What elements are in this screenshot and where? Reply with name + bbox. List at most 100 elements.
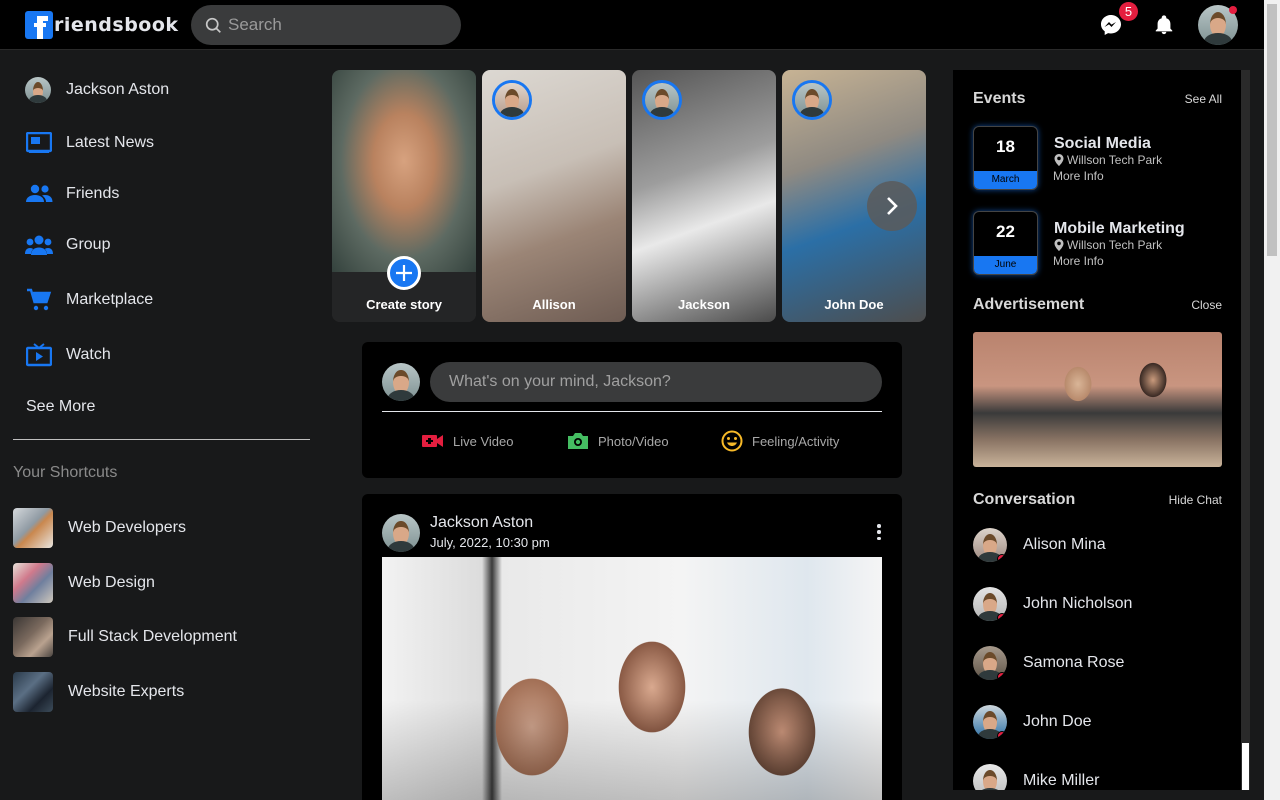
online-dot	[1229, 6, 1237, 14]
shortcut-website-experts[interactable]: Website Experts	[13, 672, 184, 712]
event-item[interactable]: 22 June Mobile Marketing Willson Tech Pa…	[973, 211, 1223, 279]
page-scrollbar[interactable]	[1264, 0, 1280, 800]
post-image[interactable]	[382, 557, 882, 800]
avatar	[973, 528, 1007, 562]
advertisement-image[interactable]	[973, 332, 1222, 467]
event-location: Willson Tech Park	[1054, 238, 1162, 252]
calendar-date: 18 March	[973, 126, 1038, 190]
scrollbar-thumb[interactable]	[1242, 743, 1249, 790]
story-allison[interactable]: Allison	[482, 70, 626, 322]
contact-name: Alison Mina	[1023, 536, 1106, 553]
sidebar-item-label: Latest News	[66, 134, 155, 151]
live-video-label: Live Video	[453, 433, 514, 449]
add-story-icon[interactable]	[387, 256, 421, 290]
feeling-activity-button[interactable]: Feeling/Activity	[721, 428, 839, 454]
contact-name: John Nicholson	[1023, 595, 1133, 612]
see-more-label: See More	[26, 398, 96, 415]
notifications-button[interactable]	[1150, 11, 1178, 39]
camera-icon	[567, 432, 589, 450]
sidebar-item-label: Group	[66, 236, 111, 253]
photo-video-button[interactable]: Photo/Video	[567, 428, 669, 454]
stories-next-button[interactable]	[867, 181, 917, 231]
events-title: Events	[973, 90, 1026, 107]
status-dot	[997, 731, 1007, 739]
contact-item[interactable]: John Doe	[973, 702, 1092, 742]
brand-logo[interactable]: riendsbook	[25, 10, 179, 40]
right-sidebar: Events See All 18 March Social Media Wil…	[953, 70, 1250, 790]
shortcut-thumbnail	[13, 508, 53, 548]
shortcut-full-stack-development[interactable]: Full Stack Development	[13, 617, 237, 657]
sidebar-item-group[interactable]: Group	[25, 225, 110, 265]
shortcut-web-developers[interactable]: Web Developers	[13, 508, 186, 548]
avatar[interactable]	[382, 514, 420, 552]
post-date: July, 2022, 10:30 pm	[430, 535, 550, 550]
story-label: John Doe	[824, 297, 884, 312]
post-author[interactable]: Jackson Aston	[430, 514, 533, 532]
event-month: June	[974, 256, 1037, 274]
feed-post: Jackson Aston July, 2022, 10:30 pm	[362, 494, 902, 800]
advertisement-title: Advertisement	[973, 296, 1085, 313]
map-pin-icon	[1054, 154, 1064, 166]
avatar	[973, 764, 1007, 790]
logo-f-icon	[25, 11, 53, 39]
right-sidebar-scrollbar[interactable]	[1241, 70, 1250, 790]
logo-text: riendsbook	[54, 14, 179, 36]
contact-item[interactable]: Alison Mina	[973, 525, 1106, 565]
scrollbar-thumb[interactable]	[1267, 4, 1277, 256]
shortcut-label: Website Experts	[68, 683, 185, 700]
map-pin-icon	[1054, 239, 1064, 251]
news-icon	[25, 129, 53, 157]
story-avatar	[492, 80, 532, 120]
story-create[interactable]: Create story	[332, 70, 476, 322]
story-label: Create story	[366, 297, 442, 312]
see-more-link[interactable]: See More	[26, 387, 95, 427]
sidebar-item-friends[interactable]: Friends	[25, 174, 119, 214]
search-icon	[205, 17, 221, 33]
more-options-icon[interactable]	[874, 524, 884, 540]
shortcut-label: Full Stack Development	[68, 628, 237, 645]
story-jackson[interactable]: Jackson	[632, 70, 776, 322]
contact-name: Samona Rose	[1023, 654, 1125, 671]
sidebar-profile[interactable]: Jackson Aston	[25, 70, 169, 110]
live-video-button[interactable]: Live Video	[422, 428, 513, 454]
status-dot	[997, 672, 1007, 680]
tv-icon	[25, 341, 53, 369]
close-ad-link[interactable]: Close	[1191, 298, 1222, 312]
bell-icon	[1155, 15, 1173, 35]
contact-item[interactable]: John Nicholson	[973, 584, 1132, 624]
avatar	[382, 363, 420, 401]
event-item[interactable]: 18 March Social Media Willson Tech Park …	[973, 126, 1223, 194]
sidebar-item-label: Friends	[66, 185, 120, 202]
shortcut-thumbnail	[13, 617, 53, 657]
shortcut-web-design[interactable]: Web Design	[13, 563, 155, 603]
contact-item[interactable]: Mike Miller	[973, 761, 1099, 790]
status-dot	[997, 613, 1007, 621]
see-all-events-link[interactable]: See All	[1185, 92, 1222, 106]
search-input[interactable]	[228, 15, 448, 35]
contact-item[interactable]: Samona Rose	[973, 643, 1124, 683]
sidebar-item-watch[interactable]: Watch	[25, 335, 111, 375]
messenger-badge: 5	[1119, 2, 1138, 21]
top-navbar: riendsbook 5	[0, 0, 1264, 50]
sidebar-item-marketplace[interactable]: Marketplace	[25, 280, 153, 320]
event-day: 22	[996, 222, 1015, 241]
friends-icon	[25, 180, 53, 208]
sidebar-item-label: Marketplace	[66, 291, 154, 308]
sidebar-item-label: Watch	[66, 346, 111, 363]
composer-input[interactable]	[430, 362, 882, 402]
hide-chat-link[interactable]: Hide Chat	[1169, 493, 1222, 507]
avatar	[973, 646, 1007, 680]
shortcut-thumbnail	[13, 563, 53, 603]
story-label: Jackson	[677, 297, 731, 312]
story-image	[332, 70, 476, 272]
more-info-link[interactable]: More Info	[1053, 254, 1104, 268]
sidebar-item-latest-news[interactable]: Latest News	[25, 123, 154, 163]
story-avatar	[792, 80, 832, 120]
photo-video-label: Photo/Video	[598, 433, 669, 449]
story-avatar	[642, 80, 682, 120]
event-title: Mobile Marketing	[1054, 220, 1185, 237]
more-info-link[interactable]: More Info	[1053, 169, 1104, 183]
avatar	[973, 705, 1007, 739]
calendar-date: 22 June	[973, 211, 1038, 275]
search-box[interactable]	[191, 5, 461, 45]
